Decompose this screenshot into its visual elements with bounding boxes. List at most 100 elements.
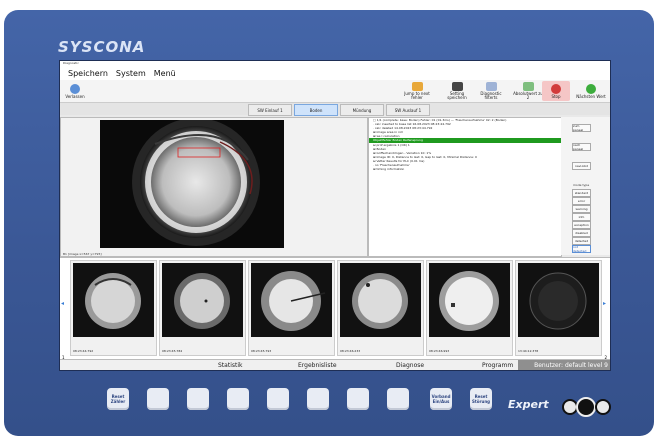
thumbnail-image [251, 263, 332, 337]
stop-button[interactable]: Stop [542, 81, 570, 101]
diagnose-button[interactable]: Diagnose [396, 360, 424, 370]
thumbnail-strip: ◂ ▸ 08:23:44.792 08:23:45.784 08:23:45.7… [60, 257, 610, 361]
image-caption: B1 [image x=567 y=795] [63, 252, 102, 256]
side-button-zum[interactable]: zum paneal [572, 124, 591, 132]
mode-not-detected[interactable]: not detected [572, 245, 591, 253]
thumbnail-image [518, 263, 599, 337]
tab-sw-auslauf[interactable]: SW Auslauf 1 [386, 104, 430, 116]
globe-icon [70, 83, 80, 94]
star-icon [411, 82, 423, 91]
bottle-bottom-image [100, 120, 284, 248]
side-button-navi[interactable]: navi-kbd [572, 162, 591, 170]
exit-button[interactable]: Verlassen [65, 81, 85, 101]
stop-icon [551, 83, 561, 94]
thumbnail-image [162, 263, 243, 337]
key-blank-1[interactable] [147, 388, 169, 410]
tab-boden[interactable]: Boden [294, 104, 338, 116]
thumb-pic [174, 273, 230, 329]
key-reset-fault[interactable]: Reset Störung [470, 388, 492, 410]
hardware-keys: Reset Zähler Vorband Ein/Aus Reset Störu… [0, 388, 658, 428]
thumbnail-time: 08:23:44.792 [73, 349, 94, 353]
inspection-image[interactable] [100, 120, 284, 248]
knob-center[interactable] [576, 397, 596, 417]
menu-menu[interactable]: Menü [154, 69, 176, 78]
thumb-pic [529, 272, 587, 330]
diagnostic-filter-button[interactable]: Diagnostic filterts [476, 81, 506, 101]
mode-label: mode type [573, 183, 590, 187]
thumb-pic [352, 273, 408, 329]
thumbnail-time: 08:23:45.784 [162, 349, 183, 353]
filter-icon [485, 82, 497, 91]
thumbnail-6[interactable]: 13:44:12.378 [515, 260, 602, 356]
thumbnail-time: 08:23:46.233 [340, 349, 361, 353]
tree-line[interactable]: ⊞ timing information [369, 167, 561, 171]
menu-speichern[interactable]: Speichern [68, 69, 108, 78]
thumb-pic [85, 273, 141, 329]
thumbnail-image [73, 263, 154, 337]
next-label: Nächsten Wert [576, 93, 606, 99]
absolute-value-button[interactable]: Absolutwert zu 2 [512, 81, 544, 101]
mode-error[interactable]: error [572, 197, 591, 205]
user-level-badge[interactable]: Benutzer: default level 9 [518, 360, 610, 370]
key-label: Reset Störung [471, 394, 491, 404]
mode-info[interactable]: info [572, 213, 591, 221]
chart-icon [522, 82, 534, 91]
thumbnail-image [429, 263, 510, 337]
thumbnail-5[interactable]: 08:23:46.993 [426, 260, 513, 356]
save-setting-button[interactable]: Setting speichern [442, 81, 472, 101]
result-tree[interactable]: □ 1/1 (complete: base: Boden) Fehler: 01… [368, 117, 562, 257]
mode-standard[interactable]: standard [572, 189, 591, 197]
jump-next-error-button[interactable]: Jump to next fehler [402, 81, 432, 101]
key-blank-7[interactable] [387, 388, 409, 410]
knob-right[interactable] [595, 399, 611, 415]
jump-label: Jump to next fehler [404, 91, 430, 100]
side-button-nach[interactable]: nach paneal [572, 143, 591, 151]
key-blank-6[interactable] [347, 388, 369, 410]
key-vorband[interactable]: Vorband Ein/Aus [430, 388, 452, 410]
programm-button[interactable]: Programm [482, 360, 513, 370]
thumbnail-time: 08:23:46.993 [429, 349, 450, 353]
thumb-pic [439, 271, 499, 331]
toolbar: Verlassen Jump to next fehler Setting sp… [60, 80, 610, 103]
key-label: Vorband Ein/Aus [431, 394, 451, 404]
mode-warning[interactable]: warning [572, 205, 591, 213]
key-label: Reset Zähler [110, 394, 126, 404]
expert-logo: Expert [508, 398, 549, 411]
scroll-left-icon[interactable]: ◂ [61, 301, 67, 307]
scroll-right-icon[interactable]: ▸ [603, 301, 609, 307]
next-value-button[interactable]: Nächsten Wert [574, 81, 608, 101]
image-panel: B1 [image x=567 y=795] [60, 117, 368, 257]
thumbnail-1[interactable]: 08:23:44.792 [70, 260, 157, 356]
ergebnisliste-button[interactable]: Ergebnisliste [298, 360, 337, 370]
thumbnail-time: 13:44:12.378 [518, 349, 539, 353]
brand-logo: SYSCONA [58, 38, 146, 56]
thumbnail-3[interactable]: 08:23:45.793 [248, 260, 335, 356]
mode-detected[interactable]: detected [572, 237, 591, 245]
mode-exception[interactable]: exception [572, 221, 591, 229]
tab-muendung[interactable]: Mündung [340, 104, 384, 116]
hmi-screen: Diagnostic Speichern System Menü Verlass… [59, 60, 611, 371]
disk-icon [451, 82, 463, 91]
exit-label: Verlassen [65, 93, 85, 99]
key-blank-4[interactable] [267, 388, 289, 410]
mode-disabled[interactable]: disabled [572, 229, 591, 237]
statistik-button[interactable]: Statistik [218, 360, 242, 370]
key-blank-5[interactable] [307, 388, 329, 410]
play-icon [586, 83, 596, 94]
thumbnail-time: 08:23:45.793 [251, 349, 272, 353]
menu-system[interactable]: System [116, 69, 146, 78]
inspection-tabs: SW Einlauf 1 Boden Mündung SW Auslauf 1 [60, 103, 610, 116]
thumb-pic [261, 271, 326, 331]
key-reset-counter[interactable]: Reset Zähler [107, 388, 129, 410]
status-bar: Statistik Ergebnisliste Diagnose Program… [60, 359, 610, 370]
thumbnail-2[interactable]: 08:23:45.784 [159, 260, 246, 356]
key-blank-3[interactable] [227, 388, 249, 410]
key-blank-2[interactable] [187, 388, 209, 410]
thumbnail-4[interactable]: 08:23:46.233 [337, 260, 424, 356]
side-panel: zum paneal nach paneal navi-kbd mode typ… [561, 117, 610, 255]
stop-label: Stop [551, 93, 561, 99]
thumbnail-image [340, 263, 421, 337]
menu-bar: Speichern System Menü [60, 66, 610, 80]
tab-sw-einlauf[interactable]: SW Einlauf 1 [248, 104, 292, 116]
main-area: B1 [image x=567 y=795] □ 1/1 (complete: … [60, 117, 610, 257]
